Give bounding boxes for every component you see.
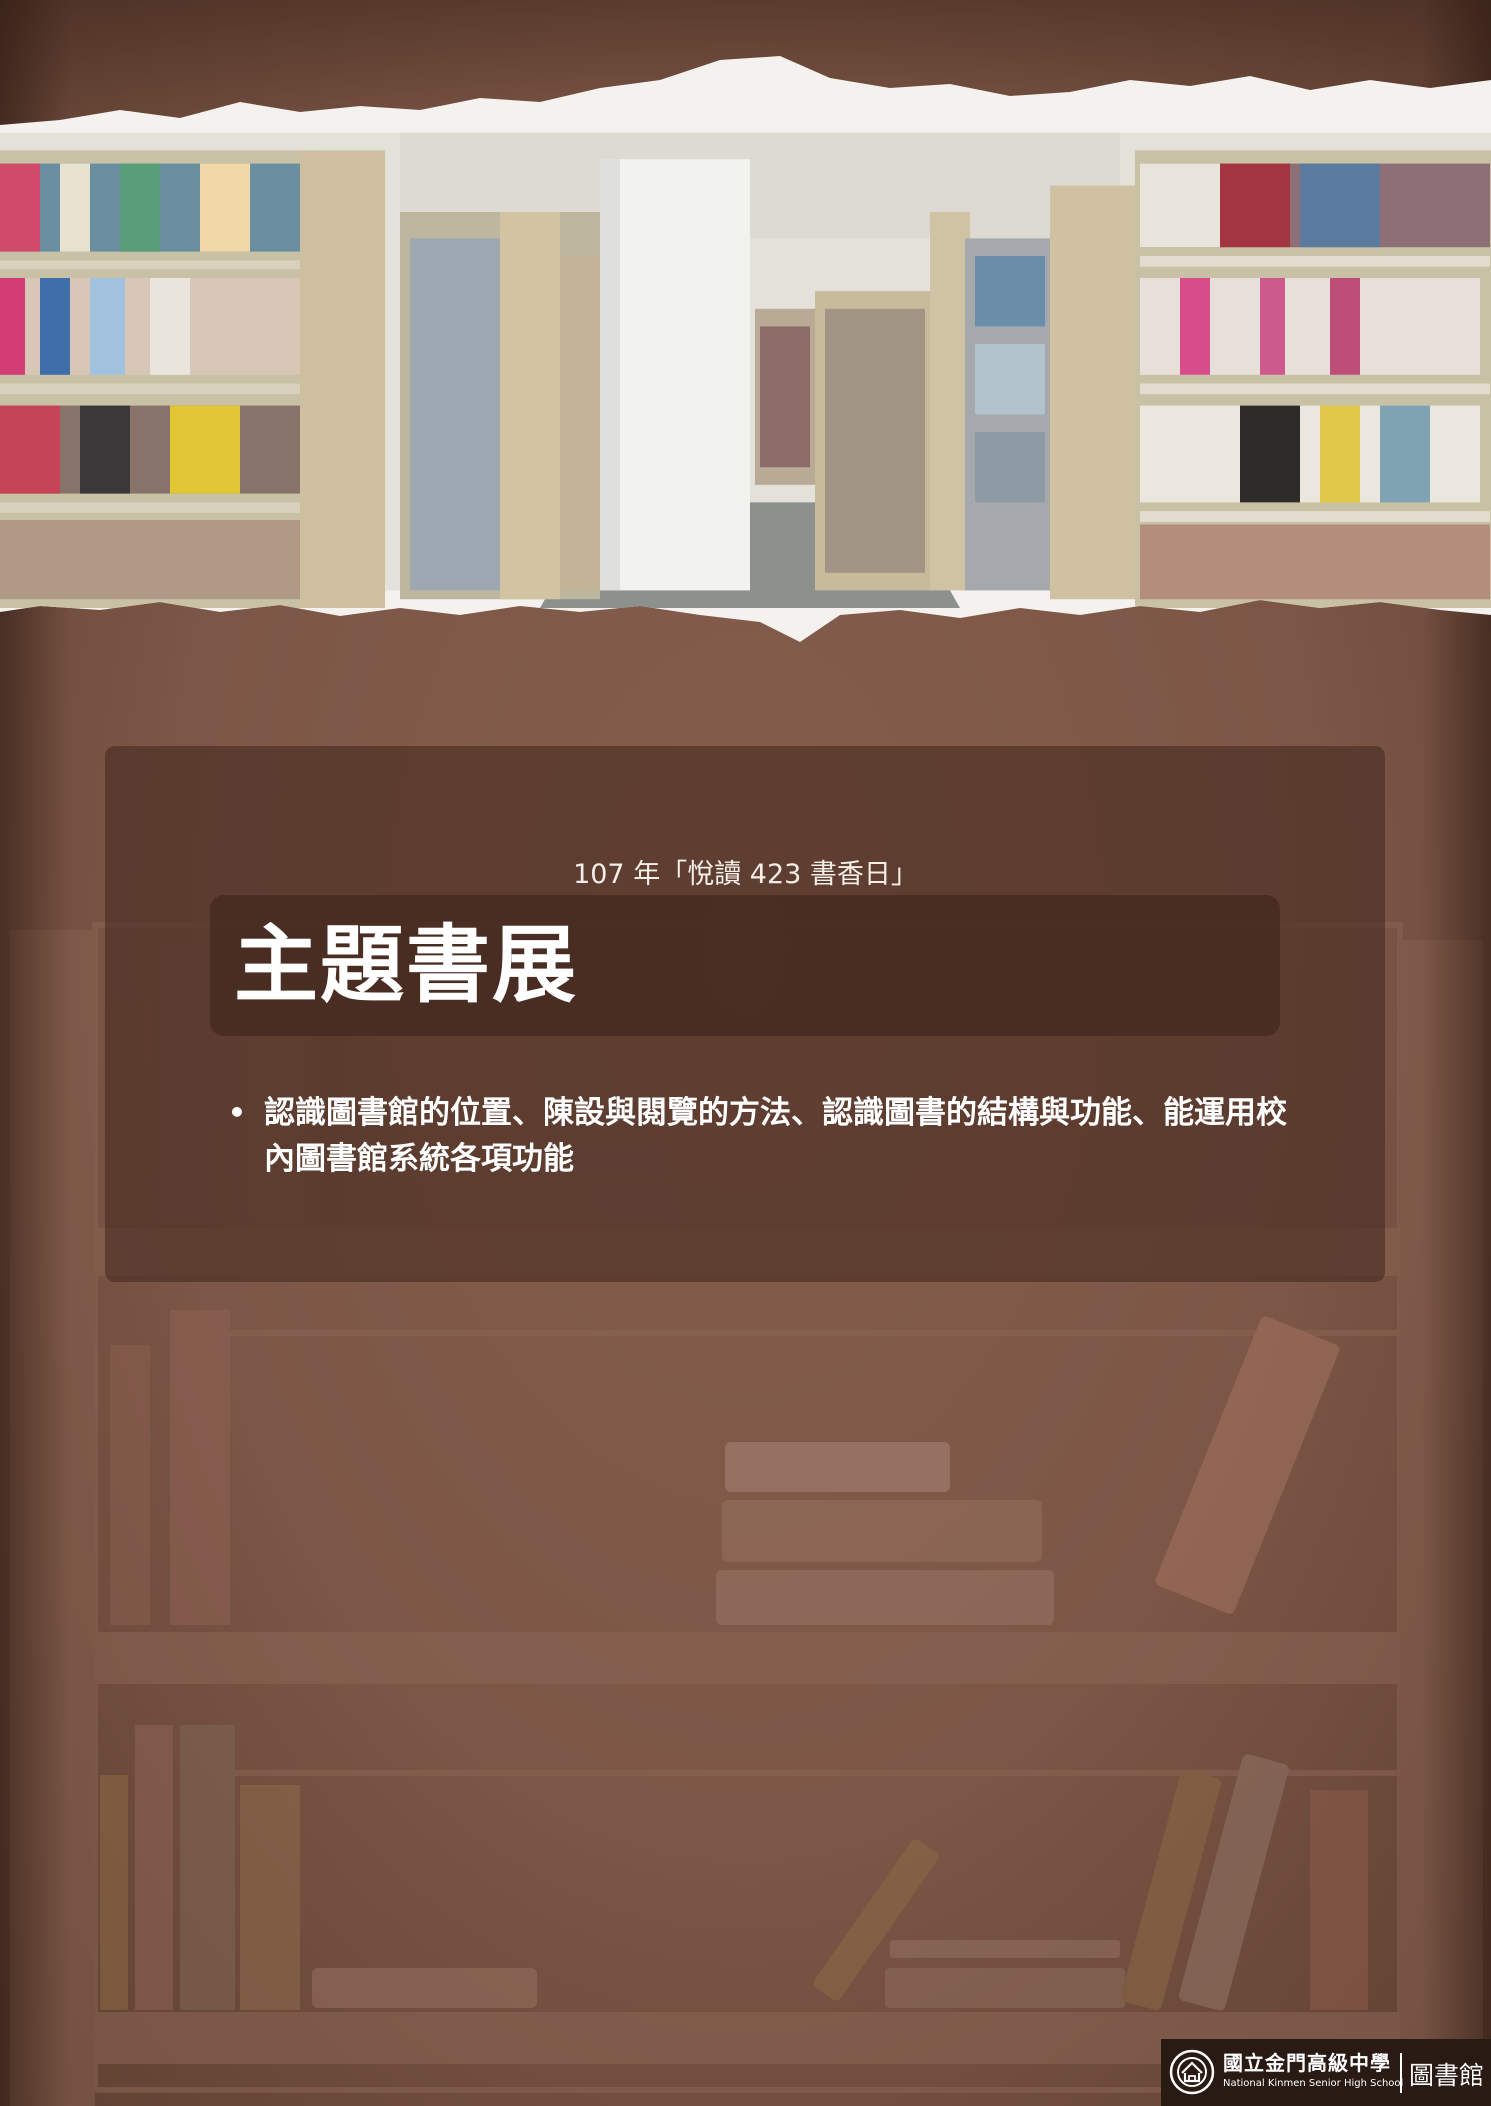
school-logo-badge: 國立金門高級中學 National Kinmen Senior High Sch… [1161, 2039, 1491, 2106]
event-subtitle: 107 年「悅讀 423 書香日」 [573, 859, 918, 890]
school-emblem-icon [1169, 2049, 1215, 2095]
school-name-en: National Kinmen Senior High School [1223, 2078, 1404, 2089]
bullet-icon: • [228, 1096, 246, 1129]
bullet-text: 認識圖書館的位置、陳設與閱覽的方法、認識圖書的結構與功能、能運用校內圖書館系統各… [264, 1095, 1287, 1177]
bullet-list: • 認識圖書館的位置、陳設與閱覽的方法、認識圖書的結構與功能、能運用校內圖書館系… [228, 1090, 1308, 1182]
page-title: 主題書展 [234, 916, 579, 1014]
school-name-zh: 國立金門高級中學 [1223, 2051, 1391, 2075]
badge-divider [1400, 2053, 1402, 2093]
list-item: • 認識圖書館的位置、陳設與閱覽的方法、認識圖書的結構與功能、能運用校內圖書館系… [228, 1090, 1308, 1182]
library-bookshelves-photo [0, 56, 1491, 642]
library-label: 圖書館 [1409, 2061, 1485, 2090]
